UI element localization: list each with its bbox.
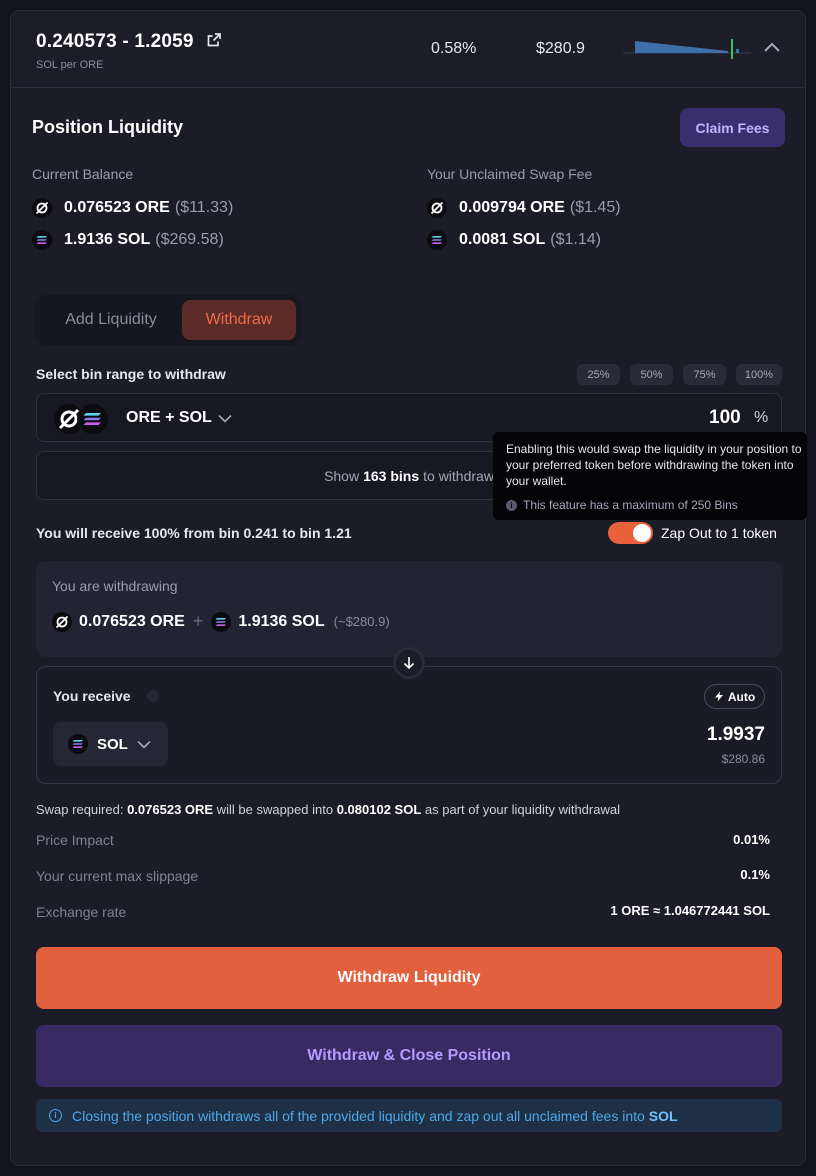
price-unit: SOL per ORE xyxy=(36,59,104,71)
balance-usd: ($11.33) xyxy=(174,199,234,216)
tooltip-note-text: This feature has a maximum of 250 Bins xyxy=(523,498,738,512)
exchange-rate-value: 1 ORE ≈ 1.046772441 SOL xyxy=(610,903,770,918)
show-bins-prefix: Show xyxy=(324,467,360,484)
unclaimed-amount: 0.0081 SOL xyxy=(459,231,546,248)
unclaimed-usd: ($1.14) xyxy=(550,231,601,248)
withdraw-liquidity-button[interactable]: Withdraw Liquidity xyxy=(36,947,782,1009)
balance-amount: 0.076523 ORE xyxy=(64,199,170,216)
chevron-up-icon[interactable] xyxy=(763,41,781,53)
tab-add-liquidity[interactable]: Add Liquidity xyxy=(40,300,182,340)
zap-tooltip: Enabling this would swap the liquidity i… xyxy=(493,432,807,520)
pair-name: ORE + SOL xyxy=(126,409,212,426)
chevron-down-icon xyxy=(137,740,151,749)
pair-token-icons xyxy=(54,403,109,435)
withdraw-close-position-button[interactable]: Withdraw & Close Position xyxy=(36,1025,782,1087)
external-link-icon[interactable] xyxy=(207,33,221,47)
percent-chip-50[interactable]: 50% xyxy=(630,364,673,385)
tab-withdraw[interactable]: Withdraw xyxy=(182,300,296,340)
close-position-info: i Closing the position withdraws all of … xyxy=(36,1099,782,1132)
liquidity-distribution-chart xyxy=(623,39,751,59)
liquidity-tabs: Add Liquidity Withdraw xyxy=(35,295,301,345)
claim-fees-button[interactable]: Claim Fees xyxy=(680,108,785,147)
swap-note: Swap required: 0.076523 ORE will be swap… xyxy=(36,802,620,817)
balance-ore: 0.076523 ORE ($11.33) xyxy=(32,198,233,218)
price-impact-label: Price Impact xyxy=(36,832,114,848)
position-header[interactable]: 0.240573 - 1.2059 SOL per ORE 0.58% $280… xyxy=(11,11,805,88)
apr-value: 0.58% xyxy=(431,40,477,57)
info-text: Closing the position withdraws all of th… xyxy=(72,1107,645,1124)
info-icon: i xyxy=(49,1109,62,1122)
sol-icon xyxy=(32,230,52,250)
info-icon xyxy=(147,690,159,702)
receive-summary: You will receive 100% from bin 0.241 to … xyxy=(36,525,352,541)
zap-out-toggle[interactable] xyxy=(608,522,653,544)
lightning-icon xyxy=(714,691,723,702)
receive-amount: 1.9937 xyxy=(706,724,765,745)
swap-note-middle: will be swapped into xyxy=(216,802,334,817)
chevron-down-icon xyxy=(218,414,232,423)
percent-chip-25[interactable]: 25% xyxy=(577,364,620,385)
show-bins-suffix: to withdraw xyxy=(423,467,494,484)
position-card: 0.240573 - 1.2059 SOL per ORE 0.58% $280… xyxy=(10,10,807,1166)
swap-note-prefix: Swap required: xyxy=(36,802,124,817)
sol-icon xyxy=(427,230,447,250)
percent-sign: % xyxy=(754,409,769,426)
receive-usd: $280.86 xyxy=(721,752,765,766)
section-title: Position Liquidity xyxy=(32,117,183,137)
max-slippage-label: Your current max slippage xyxy=(36,868,199,884)
unclaimed-sol: 0.0081 SOL ($1.14) xyxy=(427,230,601,250)
auto-label: Auto xyxy=(727,689,756,704)
sol-icon xyxy=(211,611,232,632)
toggle-knob xyxy=(633,524,651,542)
arrow-down-icon xyxy=(393,647,425,679)
ore-icon xyxy=(427,198,447,218)
balance-amount: 1.9136 SOL xyxy=(64,231,151,248)
swap-note-suffix: as part of your liquidity withdrawal xyxy=(424,802,620,817)
receive-title: You receive xyxy=(53,688,131,704)
withdraw-percent-input[interactable]: 100 xyxy=(709,407,741,429)
sol-icon xyxy=(68,734,88,754)
ore-icon xyxy=(32,198,52,218)
price-range: 0.240573 - 1.2059 xyxy=(36,31,194,52)
receive-token-select[interactable]: SOL xyxy=(53,722,168,766)
bins-count: 163 bins xyxy=(363,467,420,484)
balance-usd: ($269.58) xyxy=(155,231,224,248)
price-impact-value: 0.01% xyxy=(733,832,770,847)
withdrawing-title: You are withdrawing xyxy=(52,578,178,594)
bin-range-label: Select bin range to withdraw xyxy=(36,366,226,382)
swap-to: 0.080102 SOL xyxy=(336,802,422,817)
unclaimed-usd: ($1.45) xyxy=(569,199,621,216)
unclaimed-fee-label: Your Unclaimed Swap Fee xyxy=(427,166,593,182)
current-balance-label: Current Balance xyxy=(32,166,134,182)
unclaimed-ore: 0.009794 ORE ($1.45) xyxy=(427,198,621,218)
withdrawing-sol: 1.9136 SOL xyxy=(238,612,325,630)
receive-panel: You receive Auto SOL 1.9937 $280.86 xyxy=(36,666,782,784)
ore-icon xyxy=(52,611,72,632)
zap-out-label: Zap Out to 1 token xyxy=(661,525,777,541)
swap-from: 0.076523 ORE xyxy=(127,802,214,817)
info-token: SOL xyxy=(648,1107,678,1124)
withdrawing-amounts: 0.076523 ORE + 1.9136 SOL (~$280.9) xyxy=(52,611,390,632)
plus-sign: + xyxy=(192,611,204,631)
balance-sol: 1.9136 SOL ($269.58) xyxy=(32,230,224,250)
info-icon: i xyxy=(506,499,517,511)
position-value: $280.9 xyxy=(536,40,585,57)
withdrawing-usd: (~$280.9) xyxy=(333,614,390,629)
max-slippage-value: 0.1% xyxy=(740,867,770,882)
receive-token-name: SOL xyxy=(97,735,128,753)
tooltip-text: Enabling this would swap the liquidity i… xyxy=(506,442,802,488)
withdrawing-ore: 0.076523 ORE xyxy=(79,612,185,630)
exchange-rate-label: Exchange rate xyxy=(36,904,127,920)
tooltip-note: i This feature has a maximum of 250 Bins xyxy=(506,498,807,512)
auto-button[interactable]: Auto xyxy=(704,684,765,709)
unclaimed-amount: 0.009794 ORE xyxy=(459,199,565,216)
percent-chip-100[interactable]: 100% xyxy=(736,364,782,385)
withdrawing-summary: You are withdrawing 0.076523 ORE + 1.913… xyxy=(36,561,782,657)
percent-chip-75[interactable]: 75% xyxy=(683,364,726,385)
